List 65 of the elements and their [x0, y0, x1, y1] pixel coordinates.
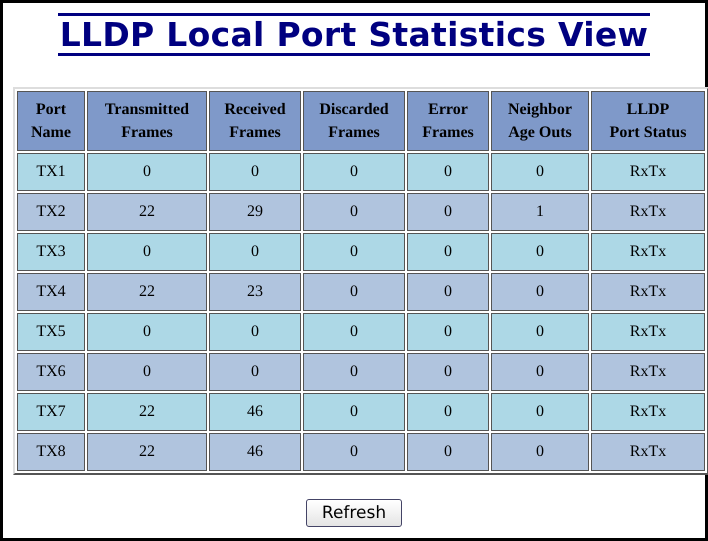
- table-cell: 0: [491, 353, 589, 391]
- table-cell: TX6: [17, 353, 85, 391]
- column-header: Discarded Frames: [303, 91, 405, 151]
- table-cell: 0: [209, 153, 301, 191]
- column-header: Port Name: [17, 91, 85, 151]
- column-header: Received Frames: [209, 91, 301, 151]
- column-header: Error Frames: [407, 91, 489, 151]
- table-cell: 0: [87, 353, 207, 391]
- table-cell: 0: [407, 433, 489, 471]
- table-cell: 0: [491, 313, 589, 351]
- table-cell: TX7: [17, 393, 85, 431]
- table-cell: 0: [303, 193, 405, 231]
- table-cell: 0: [491, 233, 589, 271]
- table-cell: 0: [407, 353, 489, 391]
- page-title: LLDP Local Port Statistics View: [58, 13, 650, 56]
- table-cell: 0: [407, 313, 489, 351]
- table-cell: 0: [491, 393, 589, 431]
- column-header: Transmitted Frames: [87, 91, 207, 151]
- table-cell: 0: [407, 153, 489, 191]
- table-cell: TX2: [17, 193, 85, 231]
- table-cell: 23: [209, 273, 301, 311]
- table-cell: 46: [209, 393, 301, 431]
- table-cell: 22: [87, 433, 207, 471]
- table-cell: RxTx: [591, 433, 705, 471]
- table-cell: RxTx: [591, 153, 705, 191]
- table-cell: 0: [491, 273, 589, 311]
- table-cell: 0: [209, 353, 301, 391]
- table-cell: 0: [209, 313, 301, 351]
- table-cell: 0: [407, 273, 489, 311]
- table-cell: TX5: [17, 313, 85, 351]
- table-cell: 0: [303, 393, 405, 431]
- table-cell: 0: [87, 313, 207, 351]
- table-cell: RxTx: [591, 313, 705, 351]
- table-cell: 0: [407, 233, 489, 271]
- table-cell: TX8: [17, 433, 85, 471]
- table-cell: 0: [303, 433, 405, 471]
- refresh-button[interactable]: Refresh: [306, 499, 402, 527]
- table-cell: RxTx: [591, 273, 705, 311]
- table-cell: TX4: [17, 273, 85, 311]
- table-cell: 0: [87, 153, 207, 191]
- table-cell: 0: [303, 153, 405, 191]
- table-cell: 0: [87, 233, 207, 271]
- table-cell: TX3: [17, 233, 85, 271]
- table-cell: 0: [303, 233, 405, 271]
- table-cell: 46: [209, 433, 301, 471]
- table-cell: RxTx: [591, 393, 705, 431]
- table-cell: 0: [407, 393, 489, 431]
- table-cell: 1: [491, 193, 589, 231]
- table-cell: 0: [303, 313, 405, 351]
- table-cell: 0: [209, 233, 301, 271]
- table-cell: 0: [491, 153, 589, 191]
- table-cell: 22: [87, 193, 207, 231]
- table-cell: 29: [209, 193, 301, 231]
- table-cell: 22: [87, 393, 207, 431]
- table-cell: 22: [87, 273, 207, 311]
- table-cell: 0: [407, 193, 489, 231]
- column-header: LLDP Port Status: [591, 91, 705, 151]
- table-cell: RxTx: [591, 353, 705, 391]
- table-cell: RxTx: [591, 233, 705, 271]
- table-cell: 0: [303, 353, 405, 391]
- table-cell: RxTx: [591, 193, 705, 231]
- table-cell: 0: [303, 273, 405, 311]
- table-cell: 0: [491, 433, 589, 471]
- column-header: Neighbor Age Outs: [491, 91, 589, 151]
- table-cell: TX1: [17, 153, 85, 191]
